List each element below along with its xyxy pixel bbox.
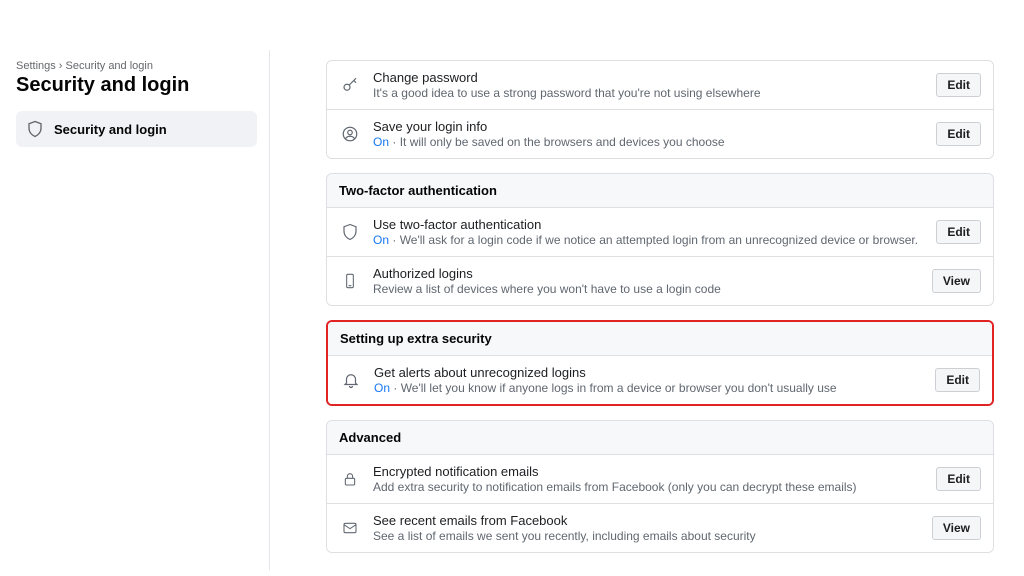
sidebar-item-security-and-login[interactable]: Security and login [16,111,257,147]
row-desc: Add extra security to notification email… [373,480,924,494]
row-title: Save your login info [373,119,924,134]
row-title: Use two-factor authentication [373,217,924,232]
edit-button[interactable]: Edit [936,73,981,97]
edit-button[interactable]: Edit [936,220,981,244]
sidebar: Settings › Security and login Security a… [0,50,270,570]
sidebar-item-label: Security and login [54,122,167,137]
bell-icon [340,369,362,391]
row-title: Authorized logins [373,266,920,281]
row-save-login-info: Save your login info On · It will only b… [327,109,993,158]
row-desc: On · We'll ask for a login code if we no… [373,233,924,247]
section-two-factor: Two-factor authentication Use two-factor… [326,173,994,306]
page-title: Security and login [16,74,257,97]
edit-button[interactable]: Edit [936,467,981,491]
view-button[interactable]: View [932,269,981,293]
key-icon [339,74,361,96]
row-authorized-logins: Authorized logins Review a list of devic… [327,256,993,305]
row-desc: Review a list of devices where you won't… [373,282,920,296]
shield-icon [26,120,44,138]
breadcrumb: Settings › Security and login [16,60,257,72]
row-recent-emails: See recent emails from Facebook See a li… [327,503,993,552]
mail-icon [339,517,361,539]
row-desc: It's a good idea to use a strong passwor… [373,86,924,100]
status-on: On [374,381,390,395]
section-header: Setting up extra security [328,322,992,356]
row-desc: On · It will only be saved on the browse… [373,135,924,149]
user-circle-icon [339,123,361,145]
status-on: On [373,233,389,247]
row-title: Change password [373,70,924,85]
row-title: Encrypted notification emails [373,464,924,479]
row-use-two-factor: Use two-factor authentication On · We'll… [327,208,993,256]
edit-button[interactable]: Edit [936,122,981,146]
row-title: Get alerts about unrecognized logins [374,365,923,380]
row-get-alerts: Get alerts about unrecognized logins On … [328,356,992,404]
section-login: Change password It's a good idea to use … [326,60,994,159]
phone-icon [339,270,361,292]
edit-button[interactable]: Edit [935,368,980,392]
status-on: On [373,135,389,149]
section-header: Advanced [327,421,993,455]
main-content: Change password It's a good idea to use … [270,50,1024,570]
row-title: See recent emails from Facebook [373,513,920,528]
section-extra-security: Setting up extra security Get alerts abo… [326,320,994,406]
row-encrypted-emails: Encrypted notification emails Add extra … [327,455,993,503]
row-change-password: Change password It's a good idea to use … [327,61,993,109]
section-header: Two-factor authentication [327,174,993,208]
lock-icon [339,468,361,490]
row-desc: See a list of emails we sent you recentl… [373,529,920,543]
section-advanced: Advanced Encrypted notification emails A… [326,420,994,553]
shield-icon [339,221,361,243]
row-desc: On · We'll let you know if anyone logs i… [374,381,923,395]
view-button[interactable]: View [932,516,981,540]
